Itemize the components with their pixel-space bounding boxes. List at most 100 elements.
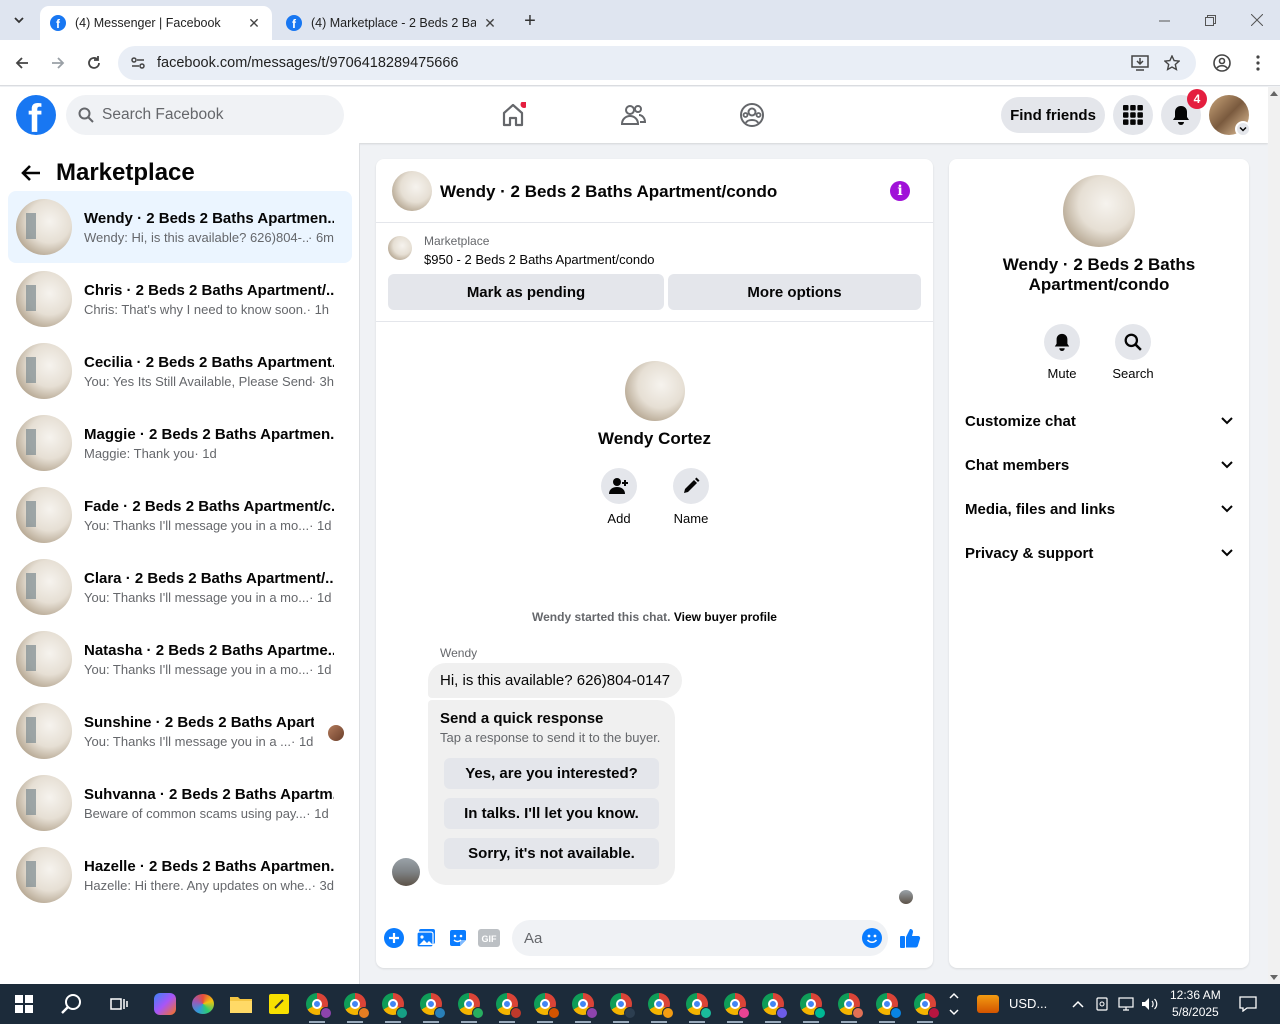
- edit-name-button[interactable]: Name: [661, 468, 721, 526]
- chrome-profile-17-button[interactable]: [909, 988, 941, 1023]
- close-tab-icon[interactable]: ✕: [246, 15, 262, 31]
- chrome-profile-13-button[interactable]: [757, 988, 789, 1023]
- tab-marketplace[interactable]: f (4) Marketplace - 2 Beds 2 Baths ✕: [276, 6, 508, 40]
- chrome-profile-5-button[interactable]: [453, 988, 485, 1023]
- new-tab-button[interactable]: +: [518, 9, 542, 33]
- currency-widget-icon[interactable]: [972, 988, 1004, 1020]
- customize-chat-section[interactable]: Customize chat: [965, 403, 1235, 439]
- forward-button[interactable]: [46, 51, 70, 75]
- notification-center-button[interactable]: [1232, 988, 1264, 1020]
- chrome-profile-10-button[interactable]: [643, 988, 675, 1023]
- conversation-item-sunshine[interactable]: Sunshine · 2 Beds 2 Baths Apart... You: …: [8, 695, 352, 767]
- tab-messenger[interactable]: f (4) Messenger | Facebook ✕: [40, 6, 272, 40]
- back-arrow-icon[interactable]: [16, 158, 46, 188]
- show-hidden-icons-button[interactable]: [1064, 988, 1092, 1020]
- scroll-up-arrow-icon[interactable]: [1270, 91, 1278, 96]
- privacy-support-section[interactable]: Privacy & support: [965, 535, 1235, 571]
- add-button[interactable]: Add: [589, 468, 649, 526]
- buyer-avatar[interactable]: [625, 361, 685, 421]
- sender-avatar[interactable]: [392, 858, 420, 886]
- conversation-item-cecilia[interactable]: Cecilia · 2 Beds 2 Baths Apartment... Yo…: [8, 335, 352, 407]
- page-scrollbar[interactable]: [1268, 87, 1280, 984]
- friends-nav-button[interactable]: [617, 99, 649, 131]
- conversation-item-hazelle[interactable]: Hazelle · 2 Beds 2 Baths Apartmen... Haz…: [8, 839, 352, 911]
- message-input[interactable]: Aa: [512, 920, 888, 956]
- meet-now-icon[interactable]: [1091, 988, 1113, 1020]
- more-actions-plus-icon[interactable]: [383, 927, 405, 949]
- emoji-icon[interactable]: [862, 928, 882, 953]
- conversation-avatar[interactable]: [1063, 175, 1135, 247]
- chrome-profile-2-button[interactable]: [339, 988, 371, 1023]
- task-view-button[interactable]: [104, 988, 136, 1020]
- media-files-links-section[interactable]: Media, files and links: [965, 491, 1235, 527]
- chrome-profile-12-button[interactable]: [719, 988, 751, 1023]
- chrome-profile-11-button[interactable]: [681, 988, 713, 1023]
- menu-button[interactable]: [1113, 95, 1153, 135]
- view-buyer-profile-link[interactable]: View buyer profile: [674, 610, 777, 624]
- close-tab-icon[interactable]: ✕: [482, 15, 498, 31]
- restore-button[interactable]: [1187, 0, 1233, 40]
- conversation-item-maggie[interactable]: Maggie · 2 Beds 2 Baths Apartmen... Magg…: [8, 407, 352, 479]
- conversation-item-suhvanna[interactable]: Suhvanna · 2 Beds 2 Baths Apartm... Bewa…: [8, 767, 352, 839]
- info-icon[interactable]: i: [890, 181, 910, 201]
- install-app-icon[interactable]: [1128, 51, 1152, 75]
- listing-price[interactable]: $950 - 2 Beds 2 Baths Apartment/condo: [424, 252, 655, 267]
- reload-button[interactable]: [82, 51, 106, 75]
- facebook-logo-icon[interactable]: f: [16, 95, 56, 135]
- more-options-button[interactable]: More options: [668, 274, 921, 310]
- conversation-item-natasha[interactable]: Natasha · 2 Beds 2 Baths Apartme... You:…: [8, 623, 352, 695]
- taskbar-search-button[interactable]: [56, 988, 88, 1020]
- volume-icon[interactable]: [1138, 988, 1162, 1020]
- chat-avatar[interactable]: [392, 171, 432, 211]
- chrome-profile-3-button[interactable]: [377, 988, 409, 1023]
- chrome-profile-15-button[interactable]: [833, 988, 865, 1023]
- gif-icon[interactable]: GIF: [478, 927, 500, 949]
- browser-menu-button[interactable]: [1246, 51, 1270, 75]
- conversation-item-wendy[interactable]: Wendy · 2 Beds 2 Baths Apartmen... Wendy…: [8, 191, 352, 263]
- conversation-item-clara[interactable]: Clara · 2 Beds 2 Baths Apartment/... You…: [8, 551, 352, 623]
- tab-search-button[interactable]: [6, 7, 32, 33]
- omnibox[interactable]: facebook.com/messages/t/9706418289475666: [118, 46, 1196, 80]
- mark-as-pending-button[interactable]: Mark as pending: [388, 274, 664, 310]
- chrome-profile-7-button[interactable]: [529, 988, 561, 1023]
- like-thumb-icon[interactable]: [899, 927, 921, 949]
- conversation-item-fade[interactable]: Fade · 2 Beds 2 Baths Apartment/c... You…: [8, 479, 352, 551]
- sticker-icon[interactable]: [447, 927, 469, 949]
- quick-response-button[interactable]: Sorry, it's not available.: [444, 838, 659, 869]
- file-explorer-button[interactable]: [225, 988, 257, 1020]
- chrome-profile-4-button[interactable]: [415, 988, 447, 1023]
- attach-photo-icon[interactable]: [415, 927, 437, 949]
- incoming-message-bubble[interactable]: Hi, is this available? 626)804-0147: [428, 663, 683, 698]
- account-chevron-icon[interactable]: [1235, 121, 1251, 137]
- clock-time[interactable]: 12:36 AM: [1170, 988, 1221, 1002]
- chrome-profile-9-button[interactable]: [605, 988, 637, 1023]
- chrome-profile-16-button[interactable]: [871, 988, 903, 1023]
- profile-button[interactable]: [1210, 51, 1234, 75]
- currency-widget-label[interactable]: USD...: [1009, 996, 1047, 1011]
- search-in-conversation-button[interactable]: Search: [1098, 324, 1168, 381]
- paint-app-button[interactable]: [187, 988, 219, 1020]
- chat-title[interactable]: Wendy · 2 Beds 2 Baths Apartment/condo: [440, 182, 777, 202]
- chrome-profile-6-button[interactable]: [491, 988, 523, 1023]
- chrome-profile-8-button[interactable]: [567, 988, 599, 1023]
- close-window-button[interactable]: [1234, 0, 1280, 40]
- chrome-profile-1-button[interactable]: [301, 988, 333, 1023]
- sticky-notes-button[interactable]: [263, 988, 295, 1020]
- minimize-button[interactable]: [1141, 0, 1187, 40]
- chrome-profile-14-button[interactable]: [795, 988, 827, 1023]
- groups-nav-button[interactable]: [736, 99, 768, 131]
- scroll-down-arrow-icon[interactable]: [1270, 975, 1278, 980]
- mute-button[interactable]: Mute: [1027, 324, 1097, 381]
- taskbar-overflow-button[interactable]: [944, 988, 964, 1020]
- quick-response-button[interactable]: Yes, are you interested?: [444, 758, 659, 789]
- facebook-search-input[interactable]: Search Facebook: [66, 95, 344, 135]
- copilot-app-button[interactable]: [149, 988, 181, 1020]
- network-icon[interactable]: [1114, 988, 1138, 1020]
- conversation-item-chris[interactable]: Chris · 2 Beds 2 Baths Apartment/... Chr…: [8, 263, 352, 335]
- quick-response-button[interactable]: In talks. I'll let you know.: [444, 798, 659, 829]
- find-friends-button[interactable]: Find friends: [1001, 97, 1105, 133]
- back-button[interactable]: [10, 51, 34, 75]
- bookmark-star-icon[interactable]: [1160, 51, 1184, 75]
- chat-members-section[interactable]: Chat members: [965, 447, 1235, 483]
- start-button[interactable]: [8, 988, 40, 1020]
